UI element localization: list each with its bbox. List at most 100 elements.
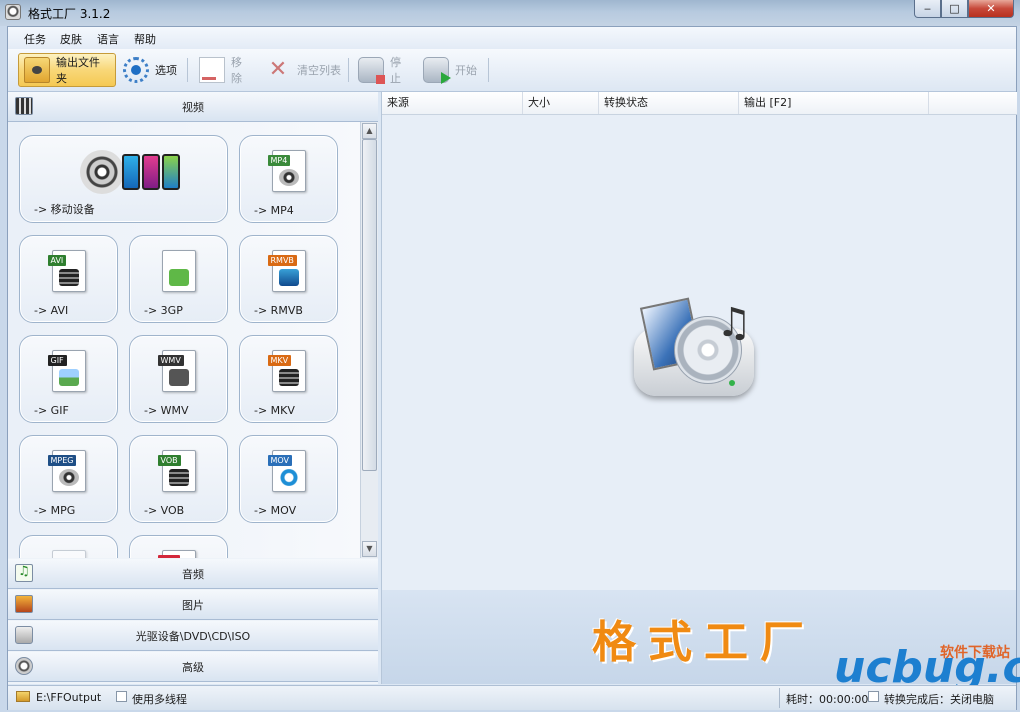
3gp-icon [161,250,196,292]
format-mpg[interactable]: MPEG -> MPG [19,435,118,523]
gif-icon: GIF [47,350,86,392]
toolbar: 输出文件夹 选项 移除 ✕ 清空列表 停止 开始 [8,49,1016,92]
task-list-header: 来源 大小 转换状态 输出 [F2] [382,92,1017,115]
remove-label: 移除 [231,56,242,85]
title-bar: 格式工厂 3.1.2 ‒ □ ✕ [0,0,1020,26]
format-3gp[interactable]: -> 3GP [129,235,228,323]
menu-help[interactable]: 帮助 [134,31,156,47]
picture-icon [15,595,33,613]
format-mkv[interactable]: MKV -> MKV [239,335,338,423]
column-source[interactable]: 来源 [382,92,523,114]
close-button[interactable]: ✕ [968,0,1014,18]
column-status[interactable]: 转换状态 [599,92,739,114]
multithread-label: 使用多线程 [132,693,187,706]
app-icon[interactable] [5,4,21,20]
format-label: -> MOV [254,504,297,517]
format-partial[interactable] [19,535,118,558]
menu-language[interactable]: 语言 [97,31,119,47]
banner: 格式工厂 ucbug.cc 软件下载站 [381,590,1020,693]
status-separator [779,688,780,708]
category-picture[interactable]: 图片 [8,590,378,620]
format-rmvb[interactable]: RMVB -> RMVB [239,235,338,323]
window-controls: ‒ □ ✕ [914,0,1014,18]
clear-list-button[interactable]: ✕ 清空列表 [260,53,346,87]
options-button[interactable]: 选项 [118,53,182,87]
banner-title: 格式工厂 [592,617,816,668]
scroll-thumb[interactable] [362,139,377,471]
wmv-icon: WMV [157,350,196,392]
category-video[interactable]: 视频 [8,92,378,122]
stop-label: 停止 [390,56,401,85]
minimize-button[interactable]: ‒ [914,0,941,18]
format-scrollbar[interactable]: ▲ ▼ [360,122,378,558]
start-label: 开始 [455,64,477,77]
menu-skin[interactable]: 皮肤 [60,31,82,47]
category-advanced[interactable]: 高级 [8,652,378,682]
category-picture-label: 图片 [182,598,204,612]
folder-icon[interactable] [16,691,30,702]
mp4-icon: MP4 [267,150,306,192]
format-label: -> MKV [254,404,295,417]
folder-icon [24,57,50,83]
format-mp4[interactable]: MP4 -> MP4 [239,135,338,223]
category-audio-label: 音频 [182,567,204,581]
mpg-icon: MPEG [47,450,86,492]
mobile-device-icon [80,150,180,196]
advanced-reel-icon [15,657,33,675]
output-path[interactable]: E:\FFOutput [36,691,101,704]
output-folder-button[interactable]: 输出文件夹 [18,53,116,87]
column-output[interactable]: 输出 [F2] [739,92,929,114]
output-folder-label: 输出文件夹 [56,56,100,85]
file-icon [157,550,196,558]
format-label: -> MP4 [254,204,294,217]
column-size[interactable]: 大小 [523,92,599,114]
category-optical-label: 光驱设备\DVD\CD\ISO [135,629,251,643]
toolbar-separator [488,58,489,82]
music-note-icon [15,564,33,582]
options-label: 选项 [155,64,177,77]
scroll-down-icon[interactable]: ▼ [362,541,377,557]
menu-task[interactable]: 任务 [24,31,46,47]
task-list[interactable]: 来源 大小 转换状态 输出 [F2] ♫ [381,92,1017,590]
multithread-checkbox[interactable] [116,691,127,702]
options-icon [123,57,149,83]
format-mobile-device[interactable]: -> 移动设备 [19,135,228,223]
remove-icon [199,57,225,83]
stop-button[interactable]: 停止 [353,53,415,87]
clear-list-icon: ✕ [268,57,288,82]
vob-icon: VOB [157,450,196,492]
category-advanced-label: 高级 [182,660,204,674]
format-label: -> AVI [34,304,69,317]
watermark-caption: 软件下载站 [940,645,1010,661]
avi-icon: AVI [47,250,86,292]
category-audio[interactable]: 音频 [8,559,378,589]
after-done-label: 转换完成后：关闭电脑 [884,693,994,706]
maximize-button[interactable]: □ [941,0,968,18]
format-label: -> 3GP [144,304,183,317]
video-format-grid: -> 移动设备 MP4 -> MP4 AVI -> AVI -> 3GP RMV… [8,122,360,558]
format-label: -> GIF [34,404,69,417]
menu-bar: 任务 皮肤 语言 帮助 [8,27,1016,49]
format-vob[interactable]: VOB -> VOB [129,435,228,523]
status-bar: E:\FFOutput 使用多线程 耗时：00:00:00 转换完成后：关闭电脑 [8,685,1016,710]
format-label: -> RMVB [254,304,303,317]
format-avi[interactable]: AVI -> AVI [19,235,118,323]
video-category-icon [15,97,33,115]
format-gif[interactable]: GIF -> GIF [19,335,118,423]
format-label: -> WMV [144,404,189,417]
category-pane: 视频 -> 移动设备 MP4 -> MP4 AVI -> AVI -> 3GP [8,92,378,684]
format-label: -> MPG [34,504,76,517]
category-optical[interactable]: 光驱设备\DVD\CD\ISO [8,621,378,651]
after-done-checkbox[interactable] [868,691,879,702]
start-button[interactable]: 开始 [418,53,484,87]
format-mov[interactable]: MOV -> MOV [239,435,338,523]
optical-drive-icon [15,626,33,644]
format-wmv[interactable]: WMV -> WMV [129,335,228,423]
scroll-up-icon[interactable]: ▲ [362,123,377,139]
mkv-icon: MKV [267,350,306,392]
elapsed-time: 耗时：00:00:00 [786,693,869,706]
format-label: -> 移动设备 [34,203,95,216]
file-icon [51,550,86,558]
format-partial[interactable] [129,535,228,558]
remove-button[interactable]: 移除 [194,53,256,87]
